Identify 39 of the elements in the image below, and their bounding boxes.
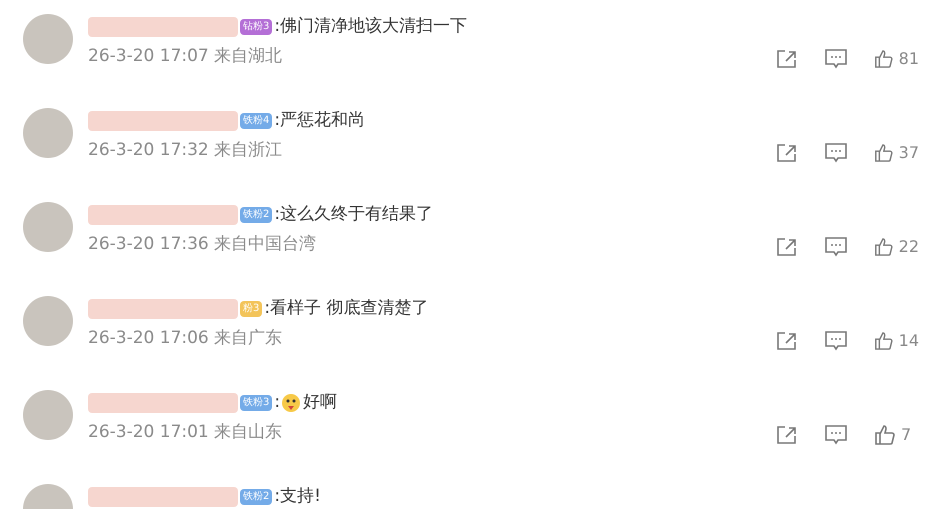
comment-icon[interactable] <box>824 330 848 352</box>
fan-badge: 铁粉3 <box>240 395 272 411</box>
like-count: 81 <box>898 48 919 70</box>
share-icon[interactable] <box>776 331 798 351</box>
comment-text: :这么久终于有结果了 <box>274 203 434 226</box>
like-count: 22 <box>898 236 919 258</box>
fan-badge: 铁粉2 <box>240 489 272 505</box>
comment-meta: 26-3-20 17:32 来自浙江 <box>88 139 282 162</box>
emoji-icon <box>281 393 302 413</box>
like-count: 37 <box>898 142 919 164</box>
share-icon[interactable] <box>776 237 798 257</box>
fan-badge: 铁粉2 <box>240 207 272 223</box>
fan-badge: 钻粉3 <box>240 19 272 35</box>
like-count: 14 <box>898 330 919 352</box>
comment-meta: 26-3-20 17:36 来自中国台湾 <box>88 233 316 256</box>
fan-badge: 粉3 <box>240 301 262 317</box>
comment-text: :支持! <box>274 485 321 508</box>
thumbs-up-icon[interactable] <box>874 424 896 446</box>
like-count: 7 <box>901 424 912 446</box>
share-icon[interactable] <box>776 425 798 445</box>
share-icon[interactable] <box>776 49 798 69</box>
comment-text: :严惩花和尚 <box>274 109 366 132</box>
comment-text: : <box>274 391 280 414</box>
comment-icon[interactable] <box>824 424 848 446</box>
comment-meta: 26-3-20 17:06 来自广东 <box>88 327 282 350</box>
thumbs-up-icon[interactable] <box>874 48 894 70</box>
thumbs-up-icon[interactable] <box>874 236 894 258</box>
comment-icon[interactable] <box>824 236 848 258</box>
comment-icon[interactable] <box>824 48 848 70</box>
comment-meta: 26-3-20 17:07 来自湖北 <box>88 45 282 68</box>
comment-text: :佛门清净地该大清扫一下 <box>274 15 468 38</box>
thumbs-up-icon[interactable] <box>874 142 894 164</box>
thumbs-up-icon[interactable] <box>874 330 894 352</box>
fan-badge: 铁粉4 <box>240 113 272 129</box>
comment-icon[interactable] <box>824 142 848 164</box>
comment-text: 好啊 <box>303 391 338 414</box>
share-icon[interactable] <box>776 143 798 163</box>
comment-meta: 26-3-20 17:01 来自山东 <box>88 421 282 444</box>
comment-text: :看样子 彻底查清楚了 <box>264 297 429 320</box>
